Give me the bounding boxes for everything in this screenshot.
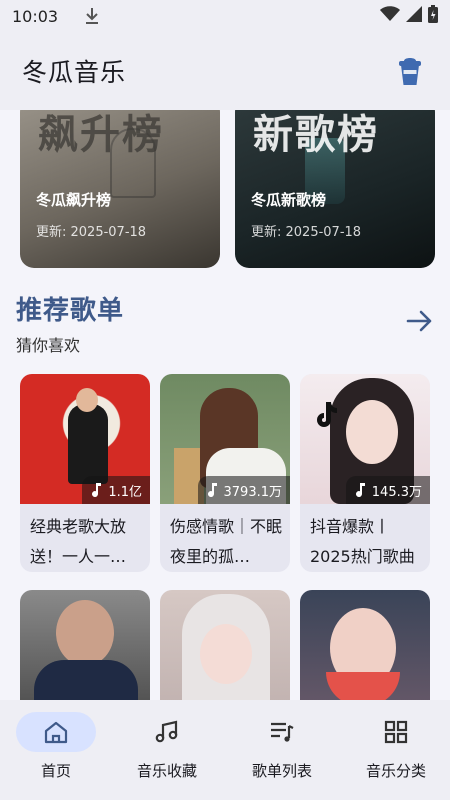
status-time: 10:03 (12, 6, 59, 26)
music-note-icon (127, 712, 207, 752)
wifi-icon (380, 6, 400, 26)
nav-label: 首页 (40, 762, 71, 780)
chart-card-new-songs[interactable]: 新歌榜 冬瓜新歌榜 更新: 2025-07-18 (235, 110, 435, 268)
playlist-card[interactable]: 1.1亿 经典老歌大放送！一人一… (20, 374, 150, 572)
section-title: 推荐歌单 (16, 296, 125, 326)
playlist-cover (300, 590, 430, 700)
battery-icon (428, 5, 438, 27)
signal-icon (406, 6, 422, 26)
playlist-cover (160, 590, 290, 700)
playlist-cover (20, 590, 150, 700)
music-note-icon (355, 483, 365, 497)
nav-item-music-categories[interactable]: 音乐分类 (340, 712, 450, 792)
playlist-card[interactable]: 145.3万 抖音爆款丨2025热门歌曲 (300, 374, 430, 572)
chart-update-date: 更新: 2025-07-18 (36, 225, 147, 240)
arrow-right-icon[interactable] (404, 308, 436, 334)
tiktok-logo (312, 400, 338, 428)
chart-cover-text: 新歌榜 (253, 112, 379, 158)
nav-label: 音乐分类 (365, 762, 426, 780)
home-icon (16, 712, 96, 752)
music-note-icon (207, 483, 217, 497)
grid-icon (356, 712, 436, 752)
play-count: 3793.1万 (197, 476, 290, 504)
section-subtitle: 猜你喜欢 (16, 336, 81, 355)
playlist-title: 抖音爆款丨2025热门歌曲 (310, 517, 415, 566)
nav-item-playlist-list[interactable]: 歌单列表 (226, 712, 338, 792)
playlist-card[interactable] (20, 590, 150, 700)
nav-label: 歌单列表 (251, 762, 312, 780)
bottom-navigation: 首页 音乐收藏 歌单列表 音乐分类 (0, 700, 450, 800)
playlist-title: 经典老歌大放送！一人一… (30, 517, 127, 566)
chart-update-date: 更新: 2025-07-18 (251, 225, 362, 240)
home-content: 飙升榜 冬瓜飙升榜 更新: 2025-07-18 新歌榜 冬瓜新歌榜 更新: 2… (0, 110, 450, 700)
cup-icon[interactable] (392, 53, 428, 89)
playlist-title: 伤感情歌｜不眠夜里的孤… (170, 517, 283, 566)
playlist-icon (242, 712, 322, 752)
app-bar: 冬瓜音乐 (0, 32, 450, 110)
playlist-card[interactable]: 3793.1万 伤感情歌｜不眠夜里的孤… (160, 374, 290, 572)
play-count: 1.1亿 (82, 476, 150, 504)
chart-name: 冬瓜飙升榜 (36, 191, 112, 209)
download-icon (84, 7, 100, 25)
play-count: 145.3万 (345, 476, 430, 504)
nav-item-music-favorites[interactable]: 音乐收藏 (111, 712, 223, 792)
nav-label: 音乐收藏 (136, 762, 197, 780)
app-title: 冬瓜音乐 (22, 58, 127, 87)
playlist-card[interactable] (300, 590, 430, 700)
chart-name: 冬瓜新歌榜 (251, 191, 327, 209)
music-note-icon (92, 483, 102, 497)
nav-item-home[interactable]: 首页 (0, 712, 112, 792)
chart-card-soaring[interactable]: 飙升榜 冬瓜飙升榜 更新: 2025-07-18 (20, 110, 220, 268)
playlist-card[interactable] (160, 590, 290, 700)
status-bar: 10:03 (0, 0, 450, 32)
chart-cover-text: 飙升榜 (38, 112, 164, 158)
